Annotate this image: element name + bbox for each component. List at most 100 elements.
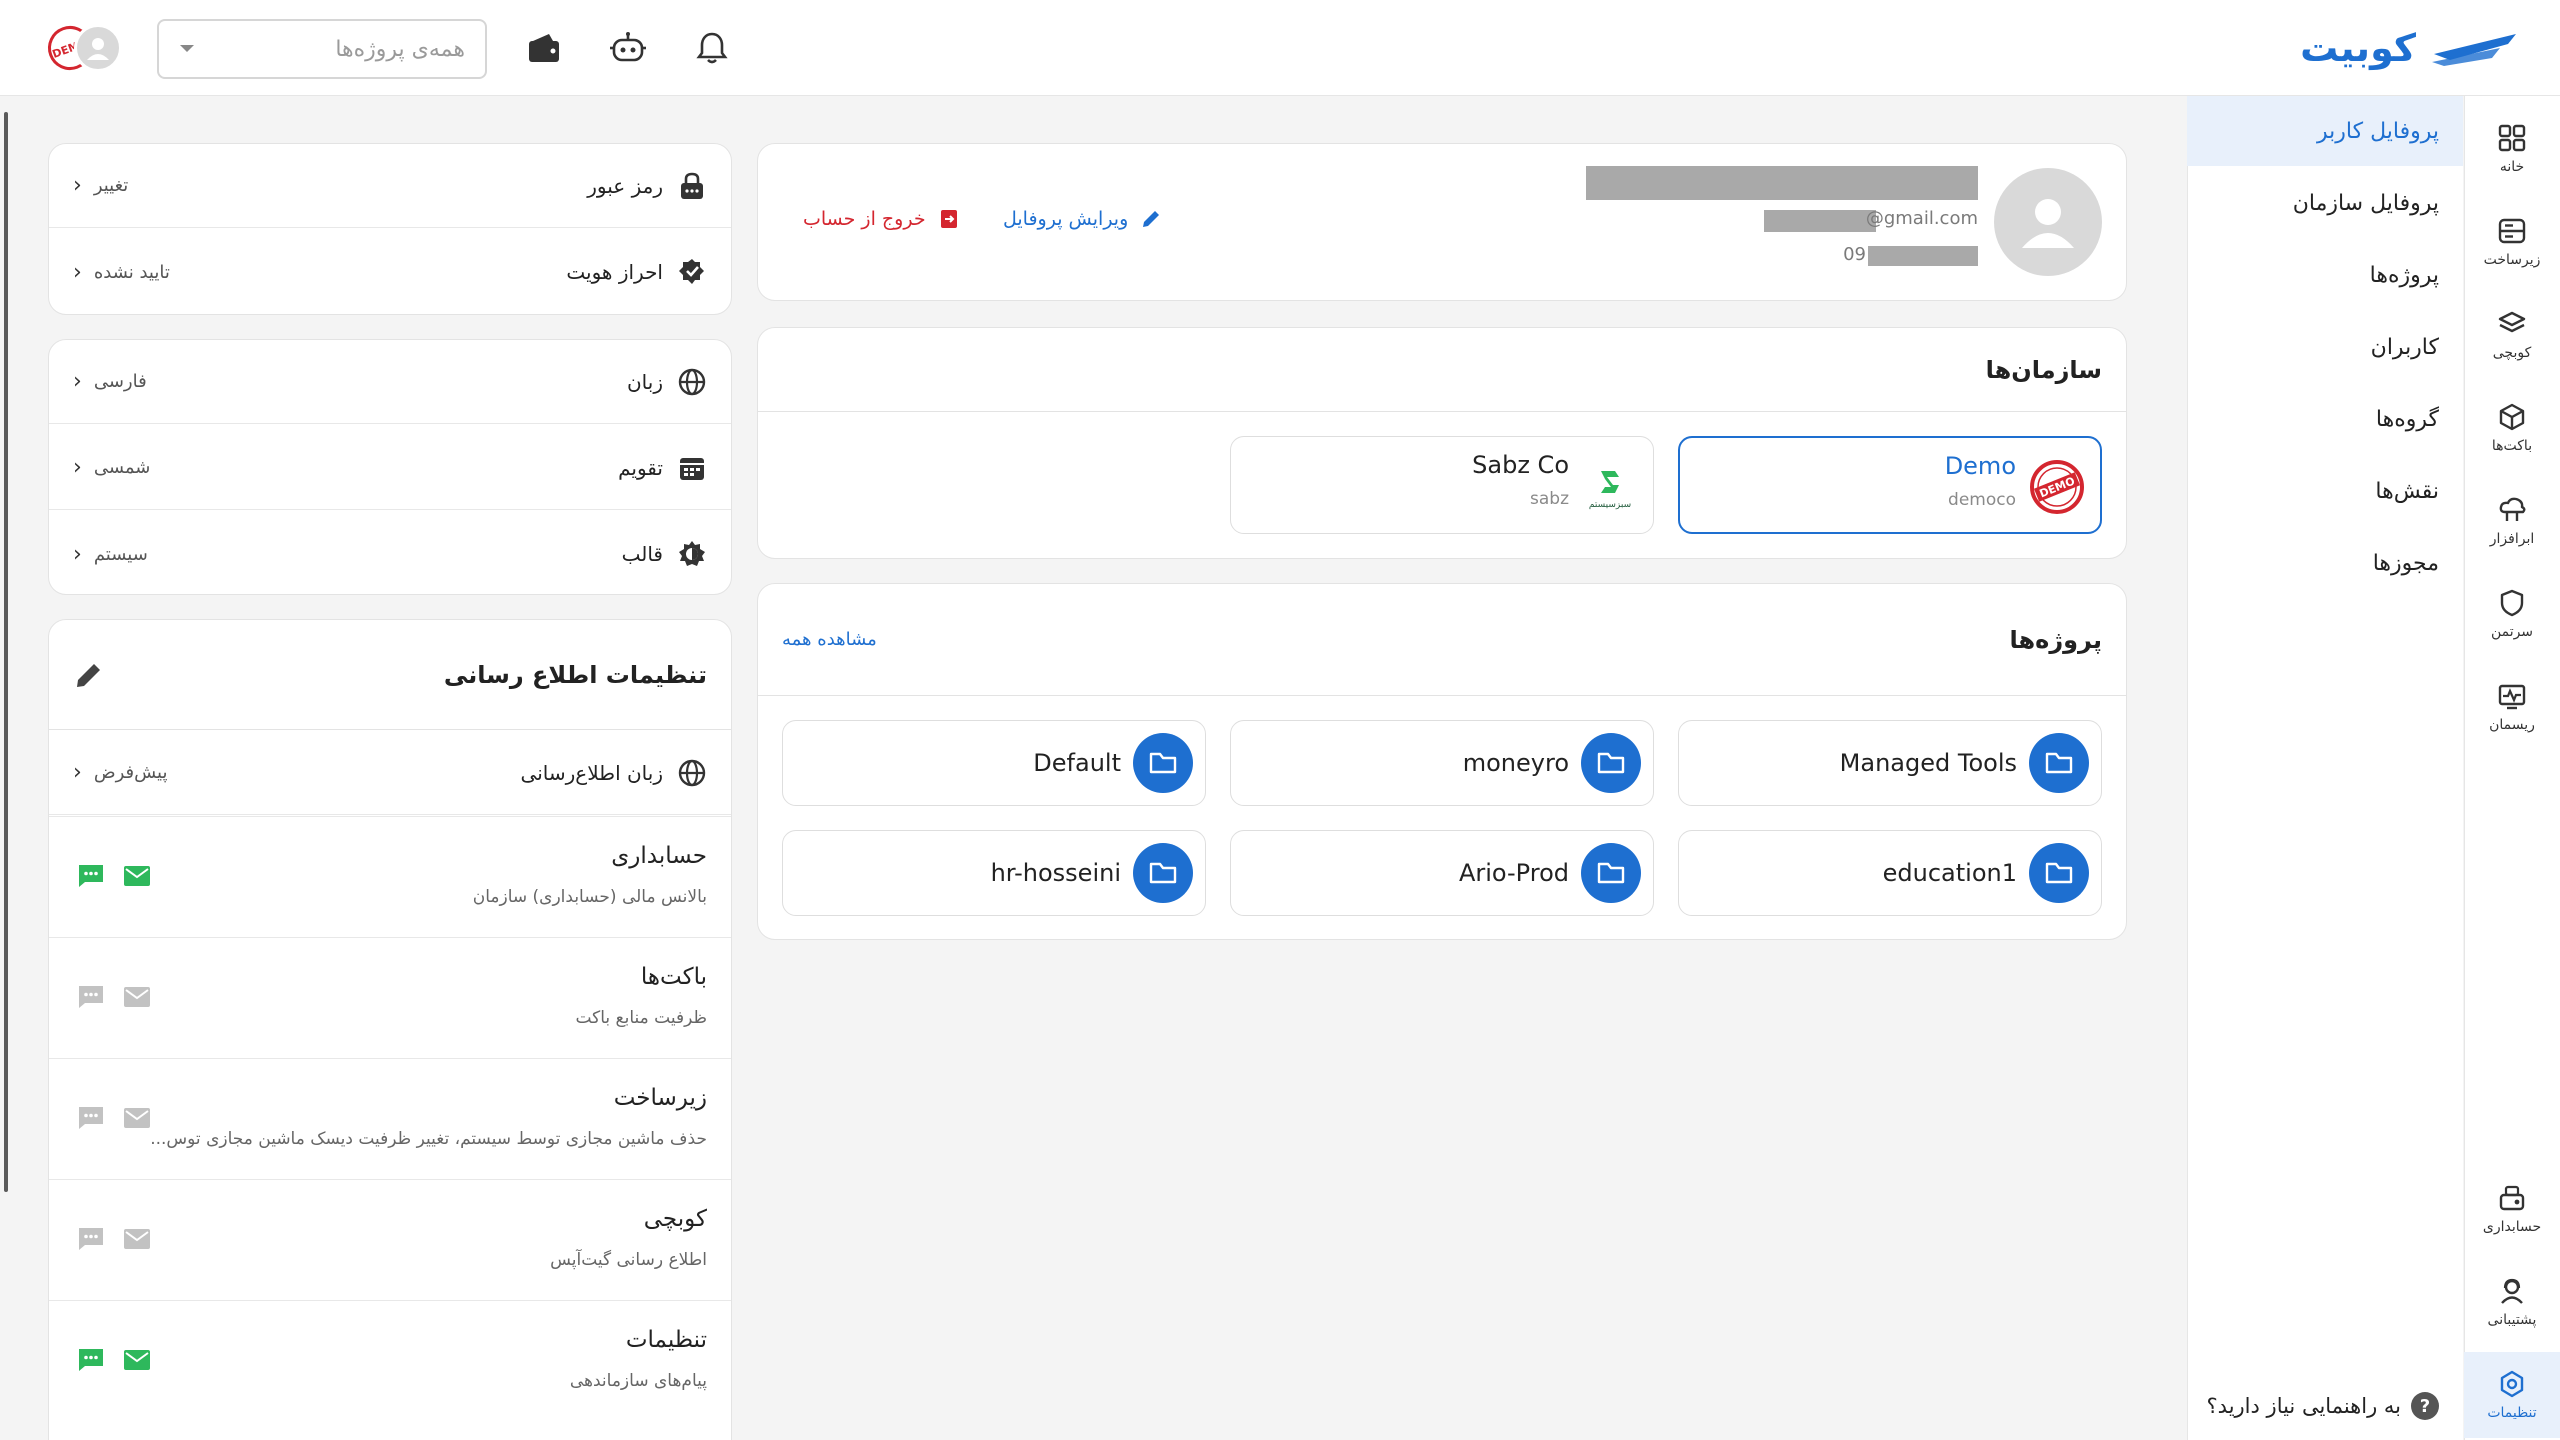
notification-title: باکت‌ها <box>640 964 707 990</box>
notification-row-accounting: حسابداری بالانس مالی (حسابداری) سازمان <box>49 816 731 937</box>
sms-toggle[interactable] <box>77 1226 105 1252</box>
sms-toggle[interactable] <box>77 1105 105 1131</box>
org-tile-sabz[interactable]: سبزسیستم Sabz Co sabz <box>1230 436 1654 534</box>
sms-toggle[interactable] <box>77 1347 105 1373</box>
submenu-item-users[interactable]: کاربران <box>2187 312 2463 382</box>
rail-item-monitoring[interactable]: ریسمان <box>2464 664 2560 750</box>
folder-icon <box>1133 733 1193 793</box>
rail-label: زیرساخت <box>2483 252 2541 268</box>
brand-logo[interactable]: کوبیت <box>2300 26 2520 70</box>
rail-label: تنظیمات <box>2487 1405 2537 1421</box>
rail-label: پشتیبانی <box>2487 1312 2537 1328</box>
language-row[interactable]: زبان فارسی ‹ <box>49 340 731 424</box>
notification-description: پیام‌های سازماندهی <box>569 1371 707 1391</box>
project-select[interactable]: همه‌ی پروژه‌ها <box>157 19 487 79</box>
page-scrollbar[interactable] <box>4 112 8 1192</box>
layers-icon <box>2497 309 2527 339</box>
org-tile-demo[interactable]: DEMO Demo democo <box>1678 436 2102 534</box>
row-value: تایید نشده <box>93 261 170 283</box>
sms-toggle[interactable] <box>77 863 105 889</box>
rail-item-sartman[interactable]: سرتمن <box>2464 571 2560 657</box>
notification-row-buckets: باکت‌ها ظرفیت منابع باکت <box>49 937 731 1058</box>
rail-item-settings[interactable]: تنظیمات <box>2464 1352 2560 1438</box>
email-toggle[interactable] <box>123 1226 151 1252</box>
submenu-item-groups[interactable]: گروه‌ها <box>2187 384 2463 454</box>
sms-toggle[interactable] <box>77 984 105 1010</box>
profile-email-suffix: @gmail.com <box>1865 208 1978 229</box>
calendar-icon <box>677 453 707 483</box>
pencil-icon <box>1140 208 1162 230</box>
row-label: احراز هویت <box>566 260 663 284</box>
rail-item-kubchi[interactable]: کوبچی <box>2464 292 2560 378</box>
rail-item-home[interactable]: خانه <box>2464 106 2560 192</box>
row-value: سیستم <box>93 543 148 565</box>
row-label: زبان <box>626 369 663 394</box>
project-tile[interactable]: moneyro <box>1230 720 1654 806</box>
calendar-row[interactable]: تقویم شمسی ‹ <box>49 426 731 510</box>
notifications-card: تنظیمات اطلاع رسانی زبان اطلاع‌رسانی پیش… <box>48 619 732 1440</box>
email-toggle[interactable] <box>123 1105 151 1131</box>
edit-profile-label: ویرایش پروفایل <box>1003 208 1129 230</box>
verified-badge-icon <box>677 257 707 287</box>
rail-label: حسابداری <box>2482 1219 2542 1235</box>
project-tile[interactable]: Ario-Prod <box>1230 830 1654 916</box>
project-tile[interactable]: Default <box>782 720 1206 806</box>
help-link[interactable]: ? به راهنمایی نیاز دارید؟ <box>2207 1392 2439 1420</box>
project-name: Managed Tools <box>1839 749 2017 777</box>
organizations-card: سازمان‌ها DEMO Demo democo سبزسیستم Sabz… <box>757 327 2127 559</box>
pencil-icon <box>73 659 105 691</box>
wallet-button[interactable] <box>522 26 566 70</box>
row-label: رمز عبور <box>587 173 663 198</box>
email-toggle[interactable] <box>123 984 151 1010</box>
account-avatar[interactable]: DEMO <box>41 19 124 77</box>
rail-item-support[interactable]: پشتیبانی <box>2464 1259 2560 1345</box>
notification-description: ظرفیت منابع باکت <box>575 1008 707 1028</box>
submenu-item-org-profile[interactable]: پروفایل سازمان <box>2187 168 2463 238</box>
help-icon: ? <box>2411 1392 2439 1420</box>
view-all-projects-link[interactable]: مشاهده همه <box>782 629 877 650</box>
redacted-name <box>1586 166 1978 200</box>
email-toggle[interactable] <box>123 863 151 889</box>
notification-title: تنظیمات <box>625 1327 707 1353</box>
submenu-item-user-profile[interactable]: پروفایل کاربر <box>2187 96 2463 166</box>
rail-item-accounting[interactable]: حسابداری <box>2464 1166 2560 1252</box>
edit-notifications-button[interactable] <box>73 659 105 691</box>
org-slug: sabz <box>1530 489 1569 509</box>
notification-row-infrastructure: زیرساخت حذف ماشین مجازی توسط سیستم، تغیی… <box>49 1058 731 1179</box>
notification-row-kubchi: کوبچی اطلاع رسانی گیت‌آپس <box>49 1179 731 1300</box>
submenu-item-permissions[interactable]: مجوزها <box>2187 528 2463 598</box>
folder-icon <box>1581 843 1641 903</box>
submenu-item-roles[interactable]: نقش‌ها <box>2187 456 2463 526</box>
notification-language-row[interactable]: زبان اطلاع‌رسانی پیش‌فرض ‹ <box>49 731 731 815</box>
project-tile[interactable]: hr-hosseini <box>782 830 1206 916</box>
email-toggle[interactable] <box>123 1347 151 1373</box>
profile-card: @gmail.com 09 ویرایش پروفایل خروج از حسا… <box>757 143 2127 301</box>
rail-item-buckets[interactable]: باکت‌ها <box>2464 385 2560 471</box>
org-name: Demo <box>1944 452 2016 480</box>
rail-item-infrastructure[interactable]: زیرساخت <box>2464 199 2560 285</box>
project-name: hr-hosseini <box>990 859 1121 887</box>
notification-title: کوبچی <box>643 1206 707 1232</box>
rail-label: ابرافزار <box>2489 531 2535 547</box>
password-row[interactable]: رمز عبور تغییر ‹ <box>49 144 731 228</box>
logout-button[interactable]: خروج از حساب <box>803 208 960 230</box>
bell-icon <box>696 31 728 65</box>
notifications-button[interactable] <box>690 26 734 70</box>
rail-item-cloud-apps[interactable]: ابرافزار <box>2464 478 2560 564</box>
brand-name: کوبیت <box>2300 26 2416 70</box>
rail-label: ریسمان <box>2489 717 2535 733</box>
project-name: moneyro <box>1462 749 1569 777</box>
theme-row[interactable]: قالب سیستم ‹ <box>49 512 731 594</box>
notification-title: حسابداری <box>611 843 707 869</box>
submenu-item-projects[interactable]: پروژه‌ها <box>2187 240 2463 310</box>
edit-profile-button[interactable]: ویرایش پروفایل <box>1003 208 1162 230</box>
project-tile[interactable]: Managed Tools <box>1678 720 2102 806</box>
chevron-left-icon: ‹ <box>73 455 82 480</box>
verification-row[interactable]: احراز هویت تایید نشده ‹ <box>49 230 731 314</box>
support-icon <box>2497 1276 2527 1306</box>
rail-label: سرتمن <box>2490 624 2534 640</box>
redacted-phone <box>1868 246 1978 266</box>
assistant-button[interactable] <box>606 26 650 70</box>
project-tile[interactable]: education1 <box>1678 830 2102 916</box>
server-icon <box>2497 216 2527 246</box>
